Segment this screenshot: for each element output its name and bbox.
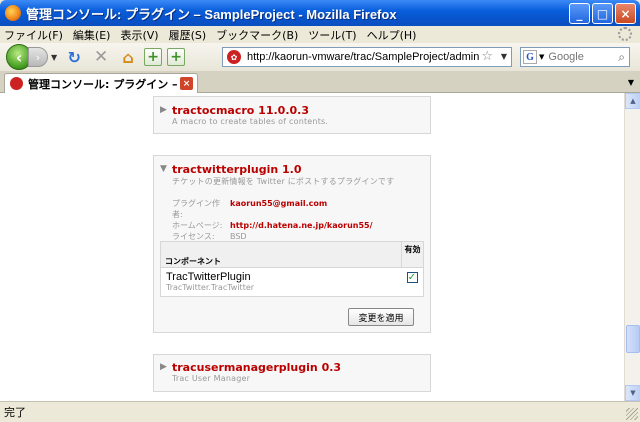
page-content: ▶ tractocmacro 11.0.0.3 A macro to creat…: [0, 93, 624, 401]
site-favicon-icon: ✿: [227, 50, 241, 64]
tab-list-dropdown-icon[interactable]: ▼: [624, 74, 638, 90]
menu-tools[interactable]: ツール(T): [308, 27, 356, 43]
url-dropdown-icon[interactable]: ▼: [501, 52, 507, 61]
plugin-description: A macro to create tables of contents.: [172, 117, 329, 126]
plugin-tractocmacro: ▶ tractocmacro 11.0.0.3 A macro to creat…: [153, 96, 431, 134]
google-icon[interactable]: G: [523, 50, 537, 64]
menu-edit[interactable]: 編集(E): [73, 27, 111, 43]
vertical-scrollbar[interactable]: ▲ ▼: [624, 93, 640, 401]
minimize-button[interactable]: _: [569, 3, 590, 24]
bookmark-add-icon[interactable]: +: [144, 48, 163, 66]
author-link[interactable]: kaorun55@gmail.com: [230, 198, 327, 220]
history-dropdown-icon[interactable]: ▼: [51, 53, 57, 62]
plugin-name[interactable]: tractocmacro 11.0.0.3: [172, 104, 309, 117]
table-header: コンポーネント 有効: [161, 242, 423, 268]
tab-favicon-icon: [10, 77, 23, 90]
navigation-toolbar: ‹ › ▼ ↻ ✕ ⌂ + + ✿ http://kaorun-vmware/t…: [0, 43, 640, 71]
throbber-icon: [618, 27, 632, 41]
close-button[interactable]: ×: [615, 3, 636, 24]
plugin-name[interactable]: tracusermanagerplugin 0.3: [172, 361, 341, 374]
search-bar[interactable]: G ▼ ⌕: [520, 47, 630, 67]
tab-close-icon[interactable]: ×: [180, 77, 193, 90]
plugin-name[interactable]: tractwitterplugin 1.0: [172, 163, 302, 176]
scroll-down-icon[interactable]: ▼: [625, 385, 640, 401]
search-engine-dropdown-icon[interactable]: ▼: [539, 53, 544, 61]
tab-label: 管理コンソール: プラグイン – Sa...: [28, 77, 180, 91]
url-bar[interactable]: ✿ http://kaorun-vmware/trac/SampleProjec…: [222, 47, 512, 67]
title-bar: 管理コンソール: プラグイン – SampleProject - Mozilla…: [0, 0, 640, 26]
enabled-cell: ✓: [401, 268, 423, 296]
menu-help[interactable]: ヘルプ(H): [367, 27, 417, 43]
status-text: 完了: [4, 406, 26, 419]
search-icon[interactable]: ⌕: [618, 50, 625, 65]
plugin-tractwitterplugin: ▼ tractwitterplugin 1.0 チケットの更新情報を Twitt…: [153, 155, 431, 333]
author-label: プラグイン作者:: [172, 199, 220, 219]
menu-view[interactable]: 表示(V): [120, 27, 158, 43]
menu-history[interactable]: 履歴(S): [169, 27, 207, 43]
url-input[interactable]: http://kaorun-vmware/trac/SampleProject/…: [247, 51, 479, 63]
search-input[interactable]: [548, 51, 609, 63]
menu-bookmarks[interactable]: ブックマーク(B): [216, 27, 298, 43]
menu-bar: ファイル(F) 編集(E) 表示(V) 履歴(S) ブックマーク(B) ツール(…: [0, 26, 640, 43]
status-bar: 完了: [0, 401, 640, 422]
star-icon[interactable]: ☆: [481, 49, 493, 64]
maximize-button[interactable]: □: [592, 3, 613, 24]
column-header-component: コンポーネント: [165, 257, 221, 266]
plugin-tracusermanagerplugin: ▶ tracusermanagerplugin 0.3 Trac User Ma…: [153, 354, 431, 392]
expand-triangle-icon[interactable]: ▶: [160, 105, 167, 115]
firefox-icon: [5, 5, 21, 21]
window-title: 管理コンソール: プラグイン – SampleProject - Mozilla…: [26, 6, 397, 22]
scrollbar-thumb[interactable]: [626, 325, 640, 353]
apply-changes-button[interactable]: 変更を適用: [348, 308, 414, 326]
forward-button[interactable]: ›: [28, 47, 48, 67]
bookmark-folder-icon[interactable]: +: [167, 48, 186, 66]
component-name: TracTwitterPlugin: [166, 271, 251, 283]
homepage-link[interactable]: http://d.hatena.ne.jp/kaorun55/: [230, 220, 373, 231]
scroll-up-icon[interactable]: ▲: [625, 93, 640, 109]
menu-file[interactable]: ファイル(F): [4, 27, 63, 43]
tab-admin-plugins[interactable]: 管理コンソール: プラグイン – Sa... ×: [4, 73, 198, 93]
resize-grip-icon[interactable]: [626, 408, 638, 420]
homepage-label: ホームページ:: [172, 221, 223, 230]
plugin-description: Trac User Manager: [172, 374, 251, 383]
expand-triangle-icon[interactable]: ▶: [160, 362, 167, 372]
tab-bar: 管理コンソール: プラグイン – Sa... × ▼: [0, 71, 640, 93]
window-controls: _ □ ×: [569, 3, 636, 24]
plugin-meta: プラグイン作者: kaorun55@gmail.com ホームページ: http…: [154, 198, 430, 242]
plugin-description: チケットの更新情報を Twitter にポストするプラグインです: [172, 177, 395, 186]
home-icon[interactable]: ⌂: [117, 46, 139, 68]
column-header-enabled: 有効: [401, 242, 423, 267]
component-cell: TracTwitterPlugin TracTwitter.TracTwitte…: [161, 268, 401, 296]
table-row: TracTwitterPlugin TracTwitter.TracTwitte…: [161, 268, 423, 296]
component-table: コンポーネント 有効 TracTwitterPlugin TracTwitter…: [160, 241, 424, 297]
enabled-checkbox[interactable]: ✓: [406, 272, 418, 283]
stop-icon[interactable]: ✕: [90, 46, 112, 68]
collapse-triangle-icon[interactable]: ▼: [160, 164, 167, 174]
component-module: TracTwitter.TracTwitter: [166, 283, 255, 292]
reload-icon[interactable]: ↻: [63, 46, 85, 68]
